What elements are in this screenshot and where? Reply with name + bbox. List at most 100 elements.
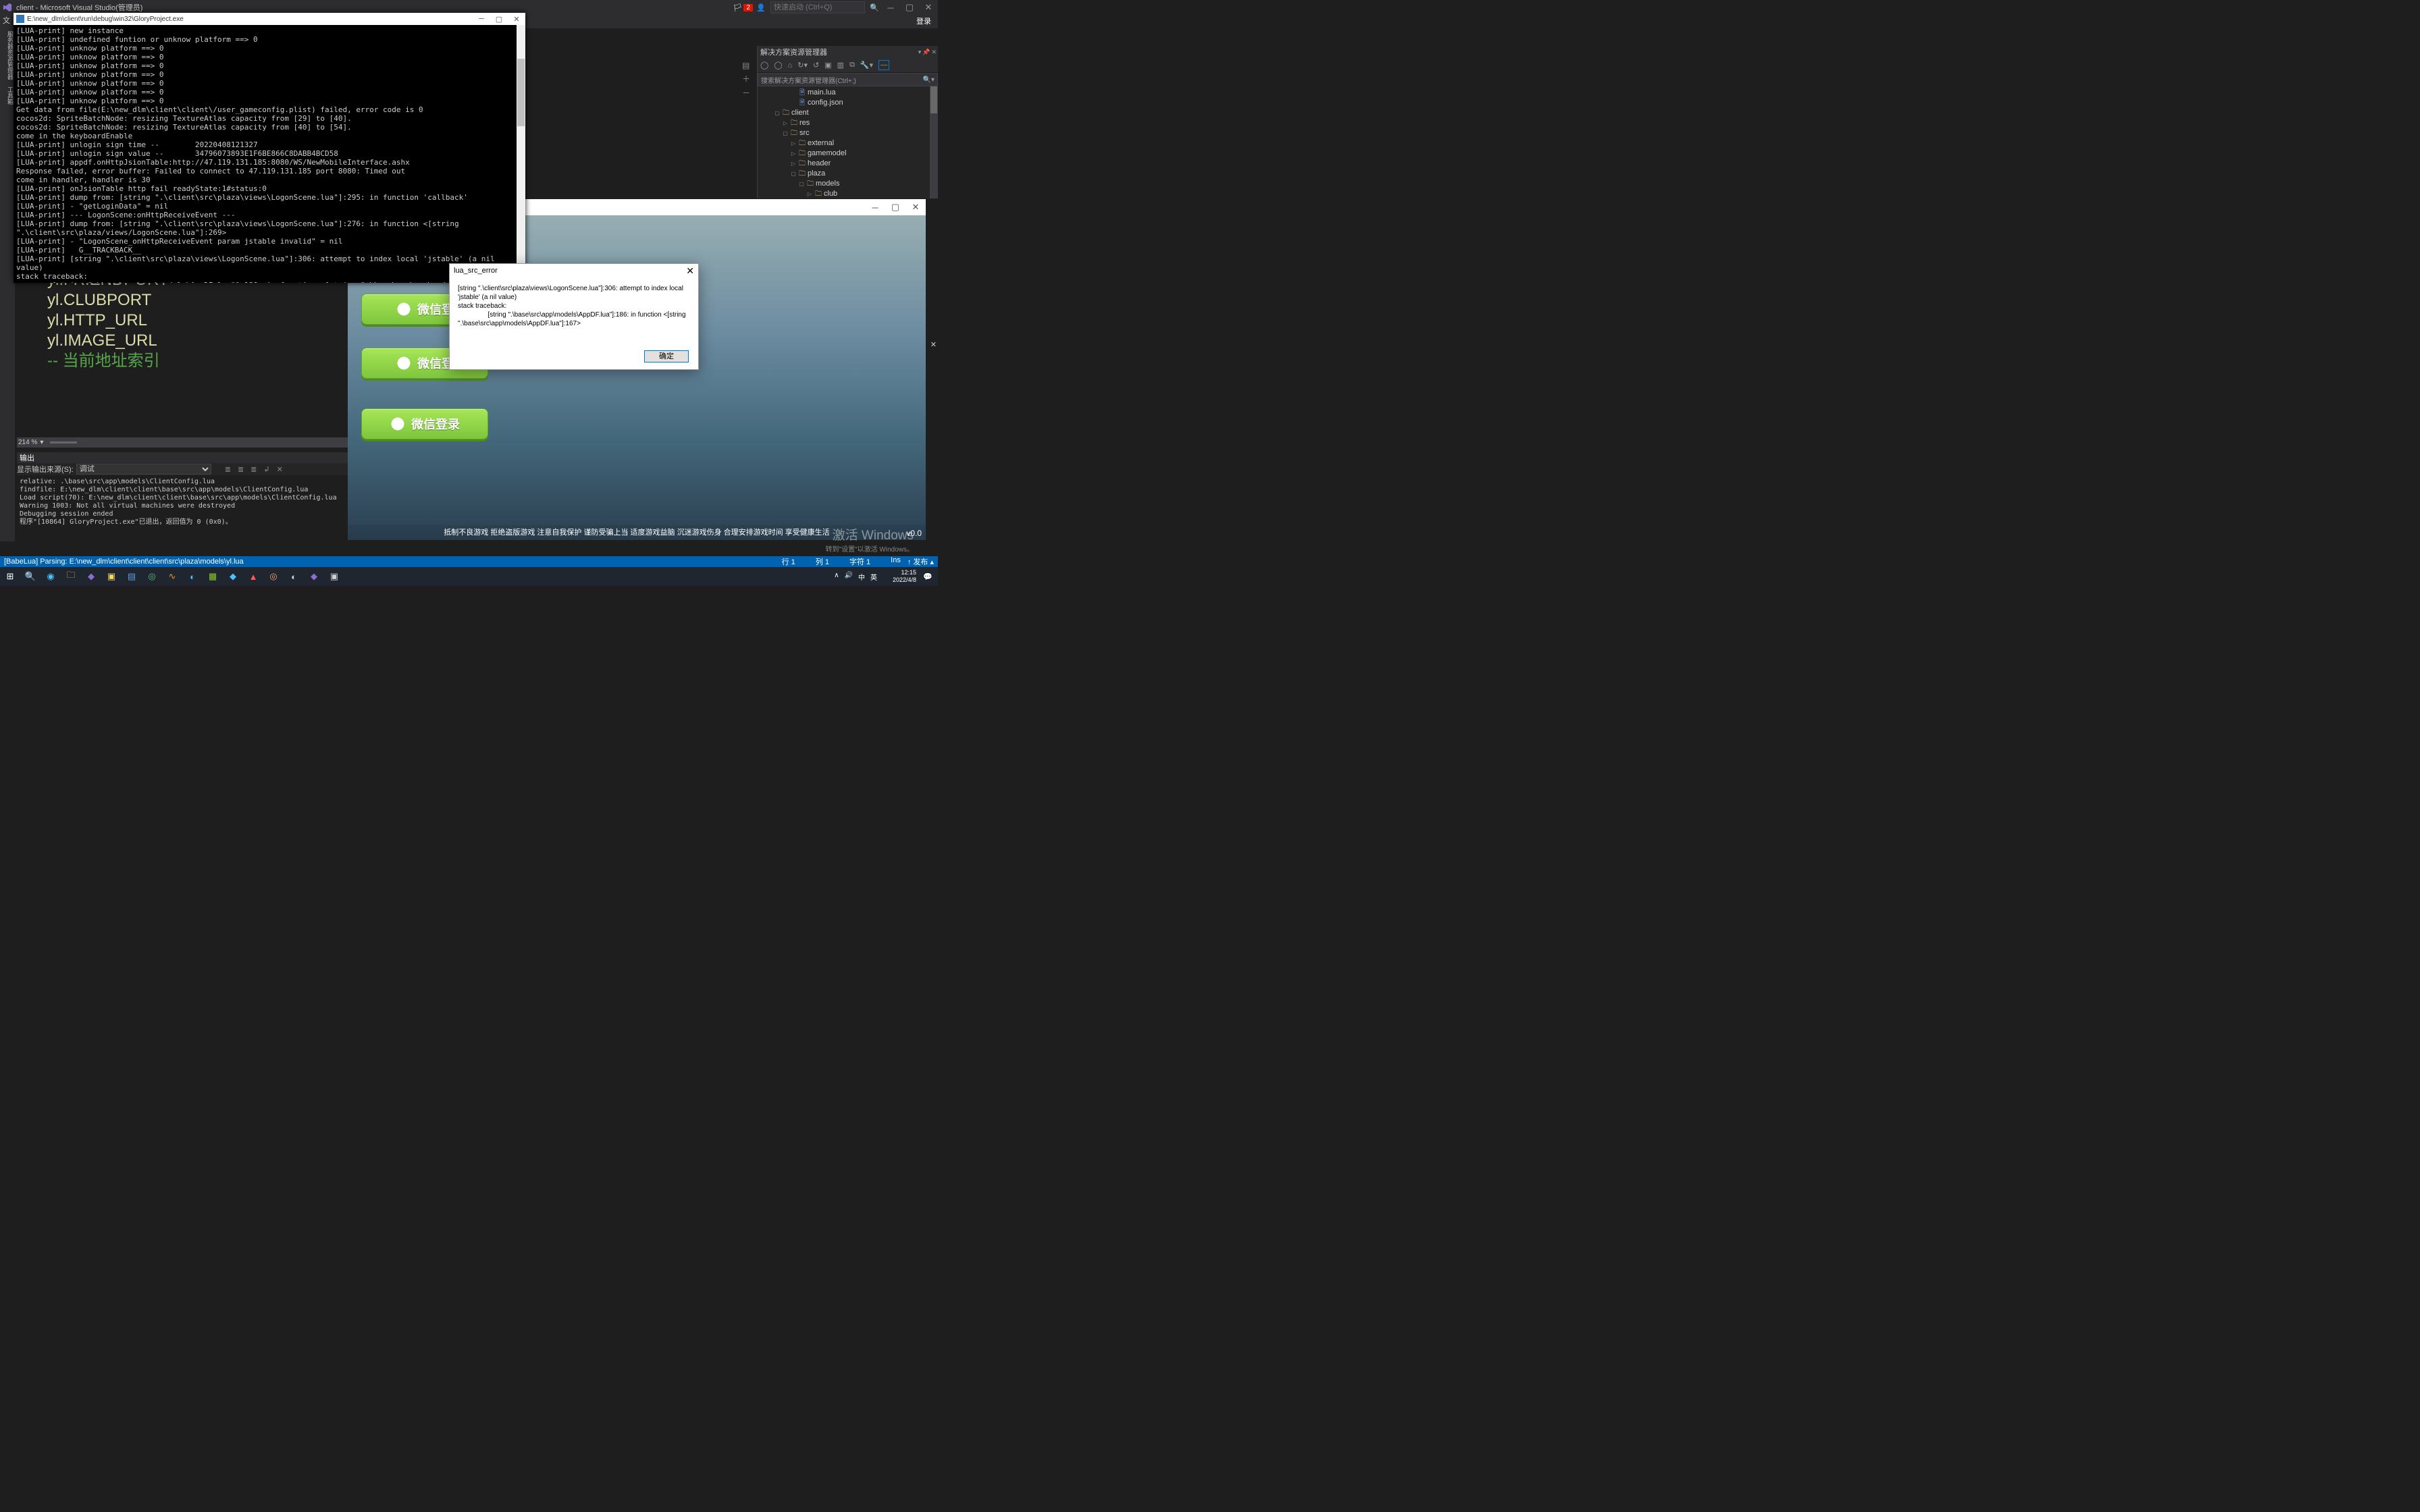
close-icon[interactable]: ✕	[931, 49, 937, 56]
output-tool-icon[interactable]: ≣	[238, 465, 244, 474]
notification-count[interactable]: 2	[743, 4, 753, 11]
tree-item[interactable]: ▢🗀client	[758, 108, 938, 118]
tree-item[interactable]: ▢🗀plaza	[758, 169, 938, 179]
split-icon[interactable]: ▤	[742, 61, 753, 70]
close-button[interactable]: ✕	[905, 202, 926, 213]
taskbar-app-icon[interactable]: ◎	[263, 567, 284, 586]
vs-taskbar-icon[interactable]: ◆	[81, 567, 101, 586]
dropdown-icon[interactable]: ▾	[918, 49, 922, 56]
home-icon[interactable]: ⌂	[788, 61, 793, 70]
search-icon[interactable]: 🔍	[868, 3, 881, 12]
fwd-icon[interactable]: ◯	[774, 61, 782, 70]
minimize-button[interactable]: ─	[881, 0, 900, 15]
expand-arrow-icon[interactable]: ▷	[782, 118, 789, 128]
tree-item[interactable]: ▷🗀header	[758, 159, 938, 169]
folder-icon: 🗀	[797, 159, 808, 169]
expand-arrow-icon[interactable]: ▢	[790, 169, 797, 179]
tree-item[interactable]: ▷🗀gamemodel	[758, 148, 938, 159]
minimize-button[interactable]: ─	[473, 15, 490, 24]
close-button[interactable]: ✕	[508, 15, 525, 24]
solution-search[interactable]: 搜索解决方案资源管理器(Ctrl+;) 🔍▾	[758, 73, 938, 86]
taskbar-app-icon[interactable]: ▣	[101, 567, 122, 586]
explorer-icon[interactable]: 🗀	[61, 567, 81, 586]
taskbar-app-icon[interactable]: ◐	[182, 567, 203, 586]
left-toolwindow-tabs[interactable]: 服务器资源管理器 工具箱	[0, 28, 15, 541]
taskbar-app-icon[interactable]: ∿	[162, 567, 182, 586]
taskbar-app-icon[interactable]: ▲	[243, 567, 263, 586]
close-icon[interactable]: ✕	[686, 265, 694, 277]
search-button[interactable]: 🔍	[20, 567, 41, 586]
flag-icon[interactable]: 🏳	[733, 3, 742, 12]
tree-item[interactable]: ▢🗀src	[758, 128, 938, 138]
output-tool-icon[interactable]: ≣	[251, 465, 257, 474]
minus-icon[interactable]: －	[742, 87, 753, 99]
tree-item[interactable]: ▷🗀external	[758, 138, 938, 148]
taskbar-app-icon[interactable]: ▦	[203, 567, 223, 586]
taskbar-clock[interactable]: 12:15 2022/4/8	[893, 569, 916, 584]
menu-file[interactable]: 文	[3, 15, 10, 26]
expand-arrow-icon[interactable]: ▷	[806, 189, 813, 199]
taskbar-app-icon[interactable]: ▤	[122, 567, 142, 586]
tray-ime-lang[interactable]: 英	[870, 572, 877, 582]
output-tool-icon[interactable]: ✕	[277, 465, 283, 474]
expand-arrow-icon[interactable]: ▢	[774, 108, 781, 118]
taskbar-app-icon[interactable]: ▣	[324, 567, 344, 586]
collapse-icon[interactable]: ▣	[824, 61, 831, 70]
horizontal-scrollbar[interactable]	[50, 441, 77, 443]
plus-icon[interactable]: ＋	[742, 73, 753, 84]
tree-item-label: plaza	[808, 169, 825, 179]
preview-icon[interactable]: —	[878, 60, 889, 70]
maximize-button[interactable]: ▢	[885, 202, 905, 213]
taskbar-app-icon[interactable]: ◆	[304, 567, 324, 586]
edge-icon[interactable]: ◉	[41, 567, 61, 586]
wechat-login-button[interactable]: 微信登录	[361, 408, 488, 439]
login-link[interactable]: 登录	[916, 15, 931, 28]
output-tool-icon[interactable]: ≣	[225, 465, 231, 474]
tray-ime-indicator[interactable]: 中	[858, 572, 865, 582]
expand-arrow-icon[interactable]: ▢	[798, 179, 805, 189]
start-button[interactable]: ⊞	[0, 567, 20, 586]
properties-icon[interactable]: ⧉	[849, 61, 855, 70]
taskbar-app-icon[interactable]: ◆	[223, 567, 243, 586]
maximize-button[interactable]: ▢	[900, 0, 919, 15]
quick-launch-input[interactable]	[770, 1, 865, 14]
expand-arrow-icon[interactable]: ▷	[790, 148, 797, 159]
solution-scrollbar[interactable]	[930, 86, 938, 198]
tray-chevron-icon[interactable]: ∧	[834, 572, 839, 582]
tree-item[interactable]: 🗎config.json	[758, 98, 938, 108]
tree-item[interactable]: 🗎main.lua	[758, 88, 938, 98]
folder-icon: 🗀	[813, 189, 824, 199]
expand-arrow-icon[interactable]: ▢	[782, 128, 789, 138]
properties-close-icon[interactable]: ✕	[930, 340, 937, 349]
tree-item[interactable]: ▷🗀res	[758, 118, 938, 128]
output-source-select[interactable]: 调试	[76, 464, 211, 475]
feedback-icon[interactable]: 👤	[754, 3, 768, 12]
system-tray[interactable]: ∧ 🔊 中 英	[834, 572, 877, 582]
pin-icon[interactable]: 📌	[922, 49, 930, 56]
expand-arrow-icon[interactable]: ▷	[790, 138, 797, 148]
tree-item[interactable]: ▷🗀club	[758, 189, 938, 199]
console-scrollbar[interactable]	[517, 25, 525, 283]
tree-item[interactable]: ▢🗀models	[758, 179, 938, 189]
ok-button[interactable]: 确定	[644, 350, 689, 362]
zoom-value[interactable]: 214 %	[18, 439, 37, 446]
refresh-icon[interactable]: ↺	[813, 61, 819, 70]
code-editor[interactable]: yl.FRIENDPORT yl.CLUBPORT yl.HTTP_URL yl…	[47, 270, 344, 371]
tray-volume-icon[interactable]: 🔊	[845, 572, 853, 582]
sync-icon[interactable]: ↻▾	[797, 61, 808, 70]
close-button[interactable]: ✕	[919, 0, 938, 15]
taskbar-app-icon[interactable]: ◎	[142, 567, 162, 586]
maximize-button[interactable]: ▢	[490, 15, 508, 24]
console-output[interactable]: [LUA-print] new instance [LUA-print] und…	[14, 25, 517, 283]
publish-button[interactable]: ↑ 发布 ▴	[908, 556, 934, 567]
back-icon[interactable]: ◯	[760, 61, 768, 70]
minimize-button[interactable]: ─	[865, 202, 885, 213]
output-content[interactable]: relative: .\base\src\app\models\ClientCo…	[17, 475, 348, 539]
showall-icon[interactable]: ▥	[837, 61, 844, 70]
expand-arrow-icon[interactable]: ▷	[790, 159, 797, 169]
output-tool-icon[interactable]: ↲	[263, 465, 269, 474]
action-center-icon[interactable]: 💬	[918, 567, 938, 586]
taskbar-app-icon[interactable]: ◐	[284, 567, 304, 586]
solution-tree[interactable]: 🗎main.lua🗎config.json▢🗀client▷🗀res▢🗀src▷…	[758, 86, 938, 211]
wrench-icon[interactable]: 🔧▾	[860, 61, 873, 70]
